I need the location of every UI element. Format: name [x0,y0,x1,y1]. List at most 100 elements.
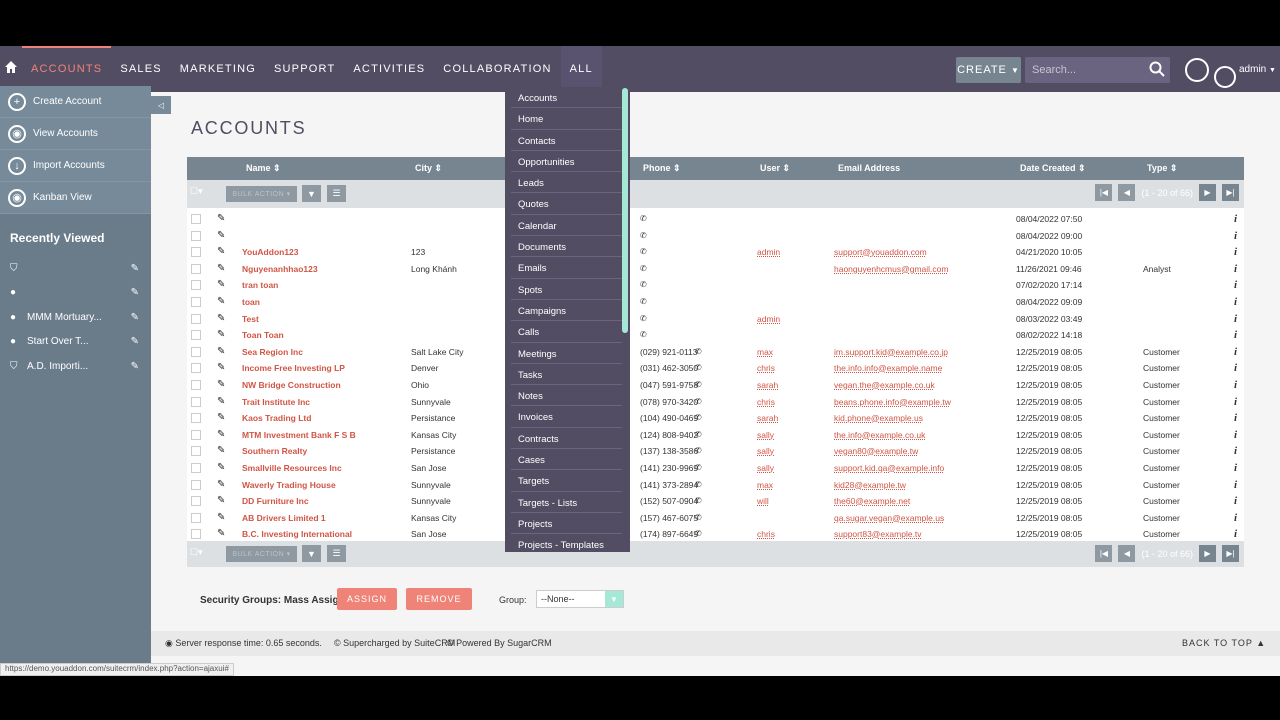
column-header-email[interactable]: Email Address [838,163,900,173]
edit-pencil-icon[interactable]: ✎ [217,445,225,456]
account-name-link[interactable]: Smallville Resources Inc [242,463,342,473]
email-link[interactable]: the60@example.net [834,496,910,506]
group-select[interactable]: --None-- ▼ [536,590,624,608]
info-icon[interactable]: i [1234,346,1237,358]
first-page-button[interactable]: |◀ [1095,184,1113,201]
account-name-link[interactable]: Income Free Investing LP [242,363,345,373]
menu-item-accounts[interactable]: Accounts [511,87,622,109]
row-checkbox[interactable] [191,463,201,473]
user-link[interactable]: will [757,496,769,506]
info-icon[interactable]: i [1234,230,1237,242]
phone-icon[interactable]: ✆ [695,496,702,505]
info-icon[interactable]: i [1234,246,1237,258]
row-checkbox[interactable] [191,247,201,258]
info-icon[interactable]: i [1234,512,1237,524]
account-name-link[interactable]: Sea Region Inc [242,347,303,357]
info-icon[interactable]: i [1234,296,1237,308]
nav-item-support[interactable]: SUPPORT [265,46,344,92]
phone-icon[interactable]: ✆ [640,314,647,323]
email-link[interactable]: vegan80@example.tw [834,446,918,456]
row-checkbox[interactable] [191,363,201,374]
bulk-action-button-bottom[interactable]: BULK ACTION ▾ [226,546,297,562]
row-checkbox[interactable] [191,214,201,224]
recent-item[interactable]: ⛉ A.D. Importi... ✎ [0,354,151,379]
column-header-date-created[interactable]: Date Created ⇕ [1020,163,1086,174]
menu-item-campaigns[interactable]: Campaigns [511,300,622,322]
user-menu[interactable]: admin ▼ [1239,64,1276,75]
edit-pencil-icon[interactable]: ✎ [217,230,225,241]
view-accounts-action[interactable]: ◉ View Accounts [0,118,151,150]
column-chooser-icon[interactable]: ☰ [327,545,346,562]
info-icon[interactable]: i [1234,329,1237,341]
account-name-link[interactable]: Trait Institute Inc [242,397,310,407]
info-icon[interactable]: i [1234,362,1237,374]
user-link[interactable]: sally [757,446,774,456]
row-checkbox[interactable] [191,413,201,424]
phone-icon[interactable]: ✆ [640,297,647,306]
prev-page-button[interactable]: ◀ [1118,184,1136,201]
assign-button[interactable]: ASSIGN [337,588,397,610]
edit-pencil-icon[interactable]: ✎ [217,263,225,274]
next-page-button[interactable]: ▶ [1199,184,1216,201]
row-checkbox[interactable] [191,313,201,324]
user-link[interactable]: sally [757,430,774,440]
row-checkbox[interactable] [191,297,201,307]
menu-item-home[interactable]: Home [511,108,622,130]
last-page-button[interactable]: ▶| [1222,545,1239,562]
email-link[interactable]: support@youaddon.com [834,247,927,257]
phone-icon[interactable]: ✆ [695,529,702,538]
column-header-user[interactable]: User ⇕ [760,163,790,174]
user-link[interactable]: sarah [757,380,778,390]
menu-item-calendar[interactable]: Calendar [511,215,622,237]
home-icon[interactable] [4,60,20,76]
phone-icon[interactable]: ✆ [695,363,702,372]
first-page-button[interactable]: |◀ [1095,545,1113,562]
edit-pencil-icon[interactable]: ✎ [131,361,139,372]
user-link[interactable]: admin [757,314,780,324]
menu-item-projects[interactable]: Projects [511,513,622,535]
row-checkbox[interactable] [191,230,201,241]
info-icon[interactable]: i [1234,445,1237,457]
edit-pencil-icon[interactable]: ✎ [217,362,225,373]
recent-item[interactable]: ● Start Over T... ✎ [0,330,151,355]
column-header-type[interactable]: Type ⇕ [1147,163,1177,174]
account-name-link[interactable]: Test [242,314,259,324]
back-to-top-link[interactable]: BACK TO TOP ▲ [1182,638,1266,648]
account-name-link[interactable]: YouAddon123 [242,247,299,257]
row-checkbox[interactable] [191,263,201,274]
info-icon[interactable]: i [1234,213,1237,225]
phone-icon[interactable]: ✆ [640,264,647,273]
info-icon[interactable]: i [1234,313,1237,325]
user-link[interactable]: sarah [757,413,778,423]
phone-icon[interactable]: ✆ [695,347,702,356]
edit-pencil-icon[interactable]: ✎ [217,379,225,390]
user-link[interactable]: max [757,347,773,357]
email-link[interactable]: the.info.info@example.name [834,363,942,373]
row-checkbox[interactable] [191,429,201,440]
info-icon[interactable]: i [1234,462,1237,474]
row-checkbox[interactable] [191,280,201,291]
edit-pencil-icon[interactable]: ✎ [131,336,139,347]
user-link[interactable]: admin [757,247,780,257]
remove-button[interactable]: REMOVE [406,588,472,610]
nav-item-all[interactable]: ALL [560,46,602,92]
phone-icon[interactable]: ✆ [640,231,647,240]
menu-item-targets-lists[interactable]: Targets - Lists [511,492,622,513]
email-link[interactable]: kid28@example.tw [834,480,906,490]
edit-pencil-icon[interactable]: ✎ [131,263,139,274]
row-checkbox[interactable] [191,529,201,540]
edit-pencil-icon[interactable]: ✎ [217,429,225,440]
info-icon[interactable]: i [1234,379,1237,391]
user-link[interactable]: max [757,480,773,490]
edit-pencil-icon[interactable]: ✎ [131,312,139,323]
account-name-link[interactable]: toan [242,297,260,307]
phone-icon[interactable]: ✆ [695,480,702,489]
row-checkbox[interactable] [191,496,201,507]
dropdown-scrollbar[interactable] [622,88,628,333]
column-header-city[interactable]: City ⇕ [415,163,442,174]
menu-item-cases[interactable]: Cases [511,449,622,471]
edit-pencil-icon[interactable]: ✎ [217,213,225,224]
menu-item-targets[interactable]: Targets [511,470,622,492]
email-link[interactable]: vegan.the@example.co.uk [834,380,935,390]
menu-item-quotes[interactable]: Quotes [511,193,622,215]
